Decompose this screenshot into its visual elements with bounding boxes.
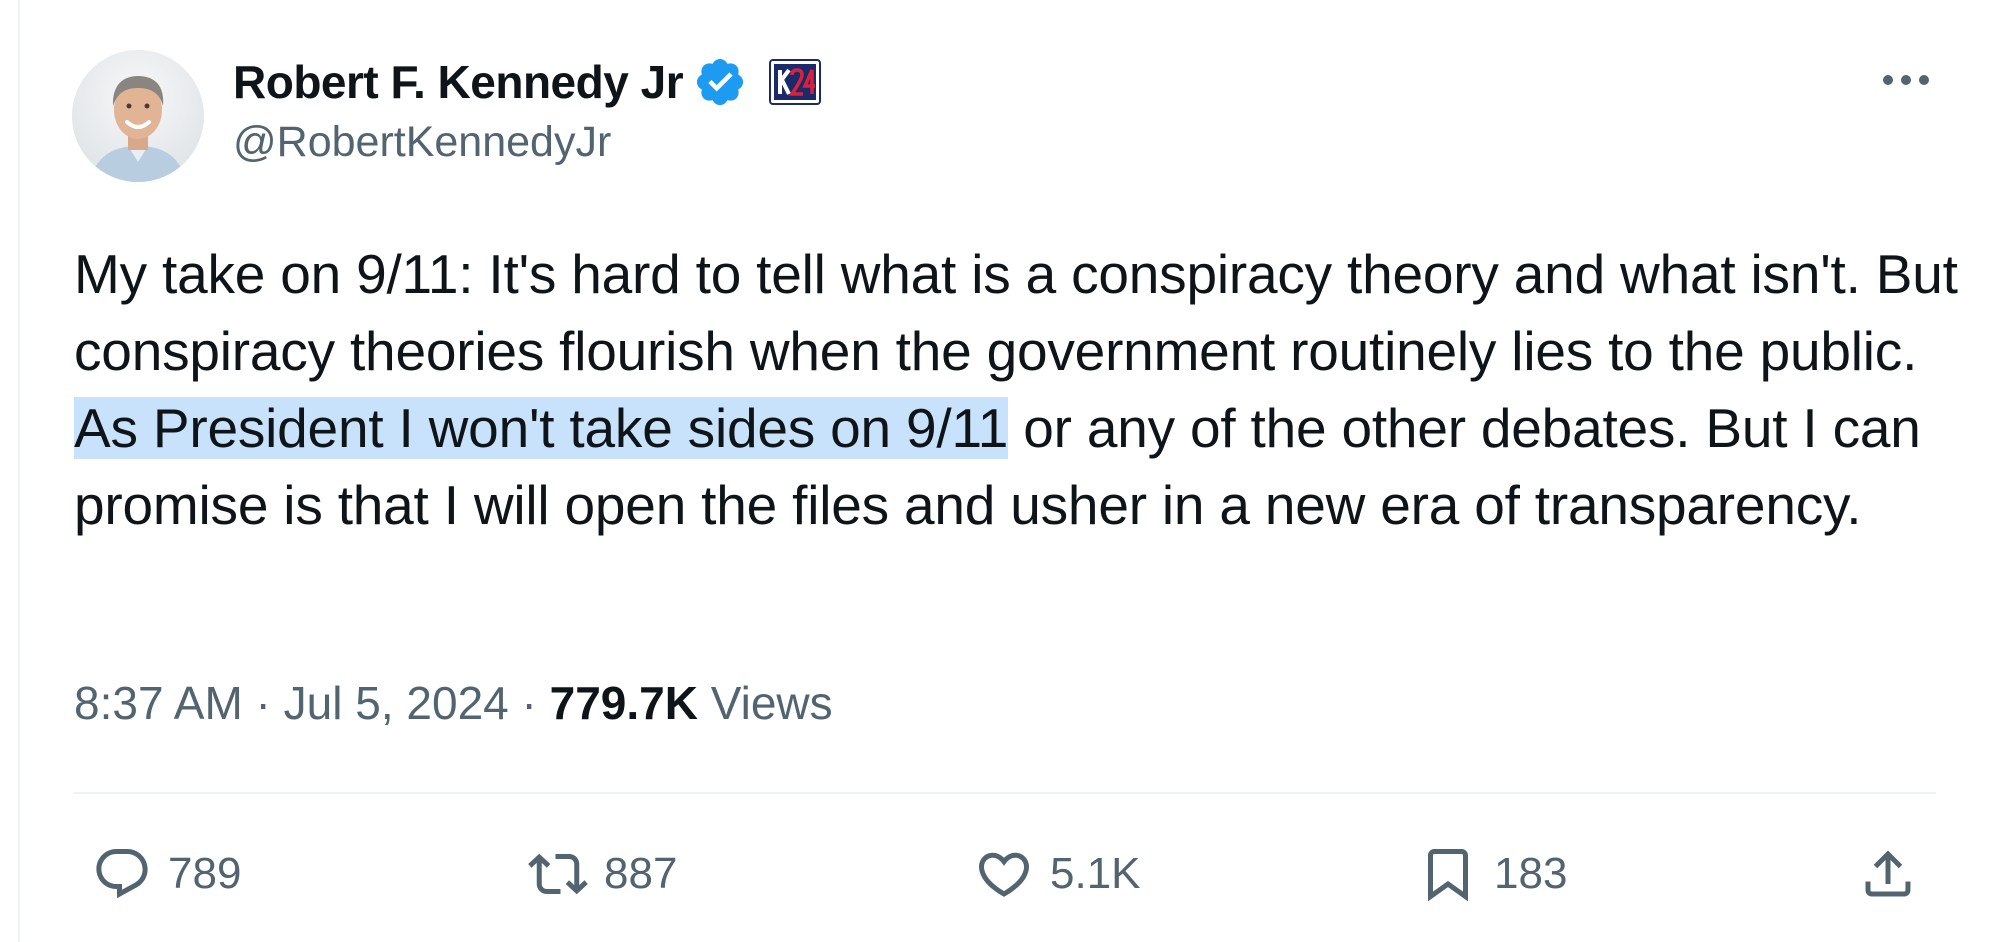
tweet-date[interactable]: Jul 5, 2024 xyxy=(284,676,509,730)
like-button[interactable]: 5.1K xyxy=(974,838,1141,910)
divider xyxy=(74,792,1936,794)
reply-count: 789 xyxy=(168,849,242,898)
tweet-text: My take on 9/11: It's hard to tell what … xyxy=(74,236,1964,544)
like-count: 5.1K xyxy=(1050,849,1141,898)
avatar[interactable] xyxy=(72,50,204,182)
meta-separator: · xyxy=(242,677,284,729)
tweet-text-before: My take on 9/11: It's hard to tell what … xyxy=(74,243,1958,382)
bookmark-icon xyxy=(1428,849,1468,902)
repost-count: 887 xyxy=(604,849,678,898)
avatar-portrait-icon xyxy=(72,50,204,182)
repost-button[interactable]: 887 xyxy=(528,838,677,910)
tweet-text-selected[interactable]: As President I won't take sides on 9/11 xyxy=(74,397,1008,459)
author-display-name[interactable]: Robert F. Kennedy Jr xyxy=(233,55,684,109)
author-handle[interactable]: @RobertKennedyJr xyxy=(233,118,611,167)
tweet-meta: 8:37 AM · Jul 5, 2024 · 779.7K Views xyxy=(74,676,833,730)
author-name-row[interactable]: Robert F. Kennedy Jr xyxy=(233,52,822,112)
verified-badge-icon[interactable] xyxy=(693,55,747,109)
kennedy-24-badge-icon[interactable] xyxy=(769,59,822,105)
tweet-time[interactable]: 8:37 AM xyxy=(74,676,243,730)
more-horizontal-icon xyxy=(1883,75,1929,85)
share-button[interactable] xyxy=(1858,838,1918,910)
more-options-button[interactable] xyxy=(1878,60,1934,100)
heart-icon xyxy=(978,852,1030,897)
repost-icon xyxy=(528,853,588,895)
tweet-card: Robert F. Kennedy Jr @RobertKennedyJr My… xyxy=(0,0,2000,942)
reply-button[interactable]: 789 xyxy=(92,838,241,910)
bookmark-button[interactable]: 183 xyxy=(1418,838,1567,910)
views-count: 779.7K xyxy=(549,677,698,729)
meta-separator-2: · xyxy=(508,677,550,729)
views-label: Views xyxy=(697,677,833,729)
card-border xyxy=(18,0,20,942)
share-icon xyxy=(1865,850,1911,897)
bookmark-count: 183 xyxy=(1494,849,1568,898)
reply-icon xyxy=(96,849,148,899)
